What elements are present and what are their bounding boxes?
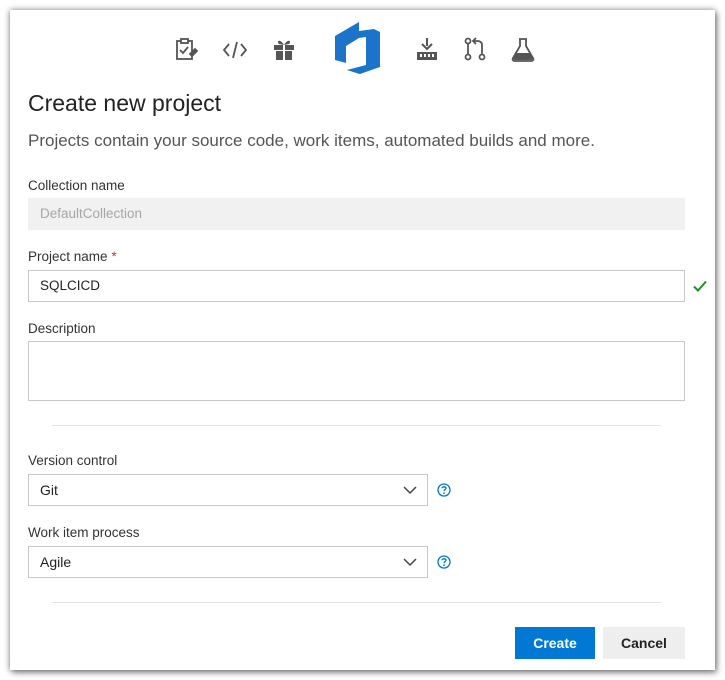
required-marker: * [111,249,117,264]
version-control-value: Git [40,482,58,498]
version-control-label: Version control [28,453,118,468]
collection-name-label: Collection name [28,178,125,193]
page-title: Create new project [28,90,222,116]
project-name-label: Project name * [28,249,117,264]
artifacts-icon[interactable] [271,36,297,62]
description-textarea[interactable] [28,341,685,401]
create-button[interactable]: Create [515,627,595,659]
description-label: Description [28,321,96,336]
version-control-select[interactable]: Git [28,474,428,506]
collection-name-field: DefaultCollection [28,198,685,230]
boards-icon[interactable] [173,36,199,62]
valid-check-icon [692,278,708,294]
divider [52,425,661,426]
pipelines-icon[interactable] [414,36,440,62]
page-subtitle: Projects contain your source code, work … [28,131,595,150]
work-item-process-value: Agile [40,554,72,570]
version-control-help-icon[interactable] [437,483,451,497]
project-name-label-text: Project name [28,249,108,264]
project-name-input[interactable]: SQLCICD [28,270,685,302]
code-icon[interactable] [222,37,248,63]
work-item-process-label: Work item process [28,525,140,540]
create-project-dialog: Create new project Projects contain your… [10,10,715,670]
azure-devops-logo-icon [328,18,384,76]
chevron-down-icon [402,482,418,498]
pull-request-icon[interactable] [462,36,488,62]
cancel-button[interactable]: Cancel [603,627,685,659]
service-icon-strip [10,10,715,90]
work-item-process-help-icon[interactable] [437,555,451,569]
divider [52,602,661,603]
work-item-process-select[interactable]: Agile [28,546,428,578]
test-plans-icon[interactable] [510,36,536,62]
chevron-down-icon [402,554,418,570]
